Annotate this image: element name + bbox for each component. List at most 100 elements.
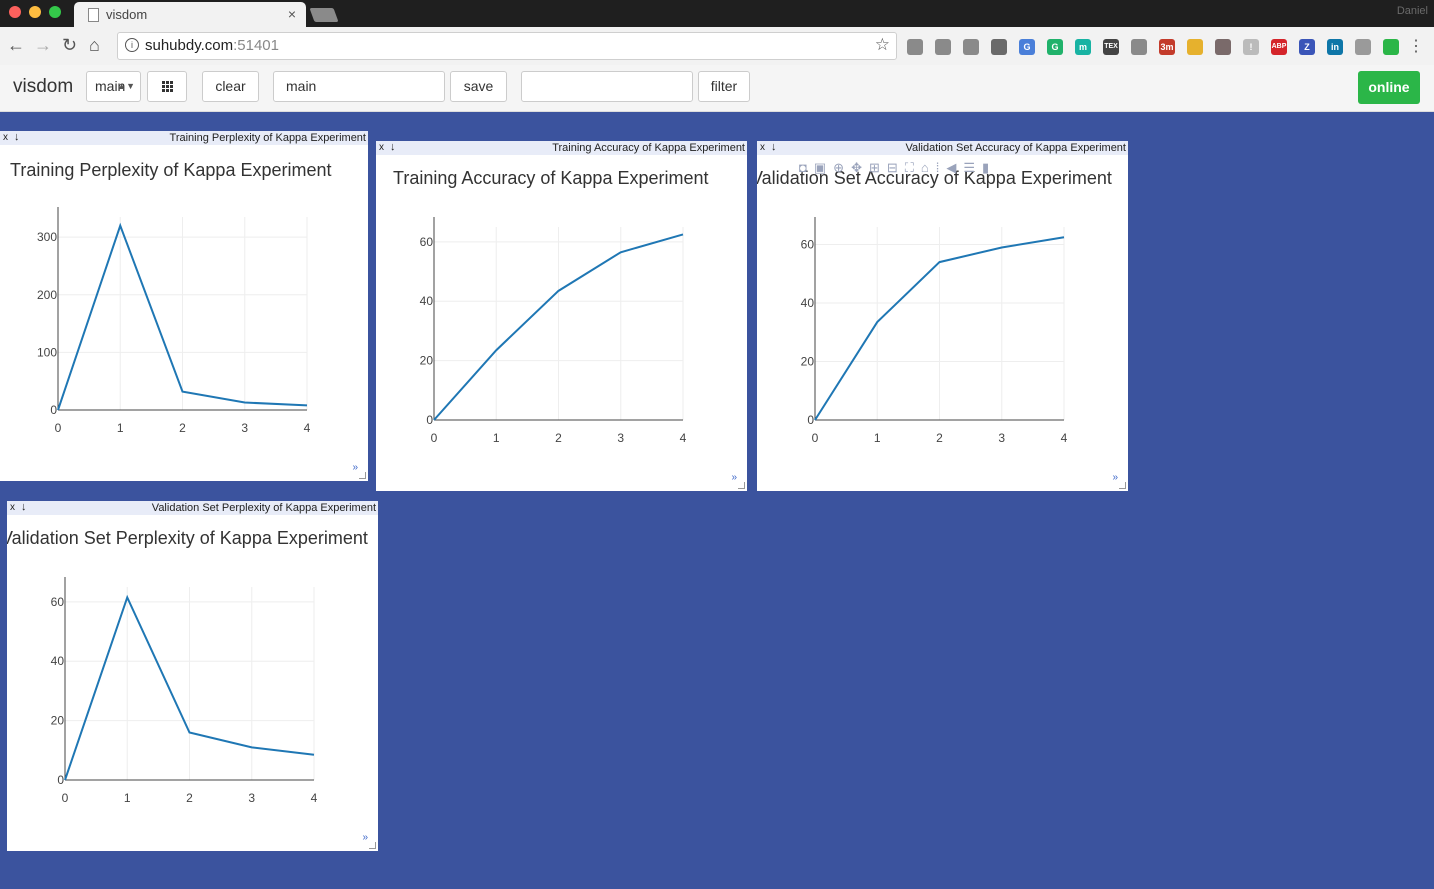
line-chart[interactable]: 0 1 2 3 40204060 xyxy=(757,141,1128,491)
environment-select[interactable]: main ▲▼ xyxy=(86,71,141,102)
data-point[interactable] xyxy=(117,223,123,229)
resize-handle[interactable] xyxy=(738,482,745,489)
clear-button[interactable]: clear xyxy=(202,71,259,102)
environment-name-input[interactable]: main xyxy=(273,71,445,102)
filter-button[interactable]: filter xyxy=(698,71,750,102)
alert-icon[interactable]: ! xyxy=(1243,39,1259,55)
timer-icon[interactable]: 3m xyxy=(1159,39,1175,55)
address-toolbar: ← → ↻ ⌂ i suhubdy.com:51401 ☆ G Gm TEX 3m! A… xyxy=(0,27,1434,66)
visdom-toolbar: visdom main ▲▼ clear main save filter on… xyxy=(0,65,1434,112)
resize-handle[interactable] xyxy=(369,842,376,849)
filter-input[interactable] xyxy=(521,71,693,102)
url-port: :51401 xyxy=(233,37,279,54)
tab-close-button[interactable]: × xyxy=(288,6,296,22)
address-bar[interactable]: i suhubdy.com:51401 ☆ xyxy=(117,32,897,60)
drive-icon[interactable] xyxy=(935,39,951,55)
line-chart[interactable]: 0 1 2 3 40204060 xyxy=(7,501,378,851)
line-chart[interactable]: 0 1 2 3 40100200300 xyxy=(0,131,368,481)
info-icon[interactable]: i xyxy=(125,38,139,52)
data-point[interactable] xyxy=(999,244,1005,250)
avatar-icon[interactable] xyxy=(1215,39,1231,55)
data-point[interactable] xyxy=(493,347,499,353)
browser-menu-icon[interactable]: ⋮ xyxy=(1408,36,1424,56)
shield-ext-icon[interactable] xyxy=(1383,39,1399,55)
data-point[interactable] xyxy=(187,729,193,735)
close-window-button[interactable] xyxy=(9,6,21,18)
reload-icon[interactable]: ↻ xyxy=(62,35,77,55)
x-tick-label: 1 xyxy=(493,431,500,445)
data-point[interactable] xyxy=(874,319,880,325)
data-point[interactable] xyxy=(311,752,317,758)
x-tick-label: 4 xyxy=(304,421,311,435)
pane-validation-perplexity[interactable]: x ↓ Validation Set Perplexity of Kappa E… xyxy=(7,501,378,851)
pane-training-perplexity[interactable]: x ↓ Training Perplexity of Kappa Experim… xyxy=(0,131,368,481)
x-tick-label: 1 xyxy=(124,791,131,805)
pocket-icon[interactable] xyxy=(963,39,979,55)
data-point[interactable] xyxy=(124,594,130,600)
expand-icon[interactable]: » xyxy=(362,832,368,843)
data-point[interactable] xyxy=(180,389,186,395)
page-icon xyxy=(88,8,99,22)
note-icon[interactable] xyxy=(1131,39,1147,55)
data-point[interactable] xyxy=(1061,234,1067,240)
x-tick-label: 0 xyxy=(62,791,69,805)
y-tick-label: 40 xyxy=(801,296,815,310)
x-tick-label: 3 xyxy=(998,431,1005,445)
dropbox-icon[interactable] xyxy=(991,39,1007,55)
pane-training-accuracy[interactable]: x ↓ Training Accuracy of Kappa Experimen… xyxy=(376,141,747,491)
linkedin-icon[interactable]: in xyxy=(1327,39,1343,55)
y-tick-label: 100 xyxy=(37,345,57,359)
grid-view-button[interactable] xyxy=(147,71,187,102)
y-tick-label: 60 xyxy=(801,238,815,252)
browser-tab[interactable]: visdom × xyxy=(74,2,306,27)
x-tick-label: 2 xyxy=(936,431,943,445)
data-point[interactable] xyxy=(249,744,255,750)
data-point[interactable] xyxy=(937,259,943,265)
x-tick-label: 0 xyxy=(812,431,819,445)
new-tab-button[interactable] xyxy=(309,8,339,22)
home-icon[interactable]: ⌂ xyxy=(89,35,100,55)
data-point[interactable] xyxy=(62,777,68,783)
bookmark-star-icon[interactable]: ☆ xyxy=(875,35,890,55)
zotero-icon[interactable]: Z xyxy=(1299,39,1315,55)
mendeley-icon[interactable]: m xyxy=(1075,39,1091,55)
x-tick-label: 2 xyxy=(186,791,193,805)
translate-icon[interactable]: G xyxy=(1019,39,1035,55)
data-point[interactable] xyxy=(680,231,686,237)
connection-status-button[interactable]: online xyxy=(1358,71,1420,104)
data-point[interactable] xyxy=(431,417,437,423)
window-title-bar: visdom × Daniel xyxy=(0,0,1434,27)
profile-name[interactable]: Daniel xyxy=(1397,5,1428,17)
x-tick-label: 4 xyxy=(1061,431,1068,445)
minimize-window-button[interactable] xyxy=(29,6,41,18)
x-tick-label: 2 xyxy=(179,421,186,435)
y-tick-label: 20 xyxy=(420,354,434,368)
adblock-icon[interactable]: ABP xyxy=(1271,39,1287,55)
save-button[interactable]: save xyxy=(450,71,507,102)
expand-icon[interactable]: » xyxy=(1112,472,1118,483)
x-tick-label: 0 xyxy=(431,431,438,445)
resize-handle[interactable] xyxy=(359,472,366,479)
data-point[interactable] xyxy=(242,400,248,406)
tex-icon[interactable]: TEX xyxy=(1103,39,1119,55)
x-tick-label: 3 xyxy=(241,421,248,435)
line-chart[interactable]: 0 1 2 3 40204060 xyxy=(376,141,747,491)
data-point[interactable] xyxy=(55,407,61,413)
maximize-window-button[interactable] xyxy=(49,6,61,18)
emoji-icon[interactable] xyxy=(1187,39,1203,55)
data-point[interactable] xyxy=(304,402,310,408)
x-tick-label: 2 xyxy=(555,431,562,445)
data-point[interactable] xyxy=(812,417,818,423)
forward-icon[interactable]: → xyxy=(34,35,52,55)
back-icon[interactable]: ← xyxy=(7,35,25,55)
docs-icon[interactable] xyxy=(907,39,923,55)
grammarly-icon[interactable]: G xyxy=(1047,39,1063,55)
resize-handle[interactable] xyxy=(1119,482,1126,489)
expand-icon[interactable]: » xyxy=(731,472,737,483)
expand-icon[interactable]: » xyxy=(352,462,358,473)
settings-ext-icon[interactable] xyxy=(1355,39,1371,55)
data-point[interactable] xyxy=(618,249,624,255)
pane-validation-accuracy[interactable]: x ↓ Validation Set Accuracy of Kappa Exp… xyxy=(757,141,1128,491)
url-host: suhubdy.com xyxy=(145,37,234,54)
data-point[interactable] xyxy=(556,288,562,294)
